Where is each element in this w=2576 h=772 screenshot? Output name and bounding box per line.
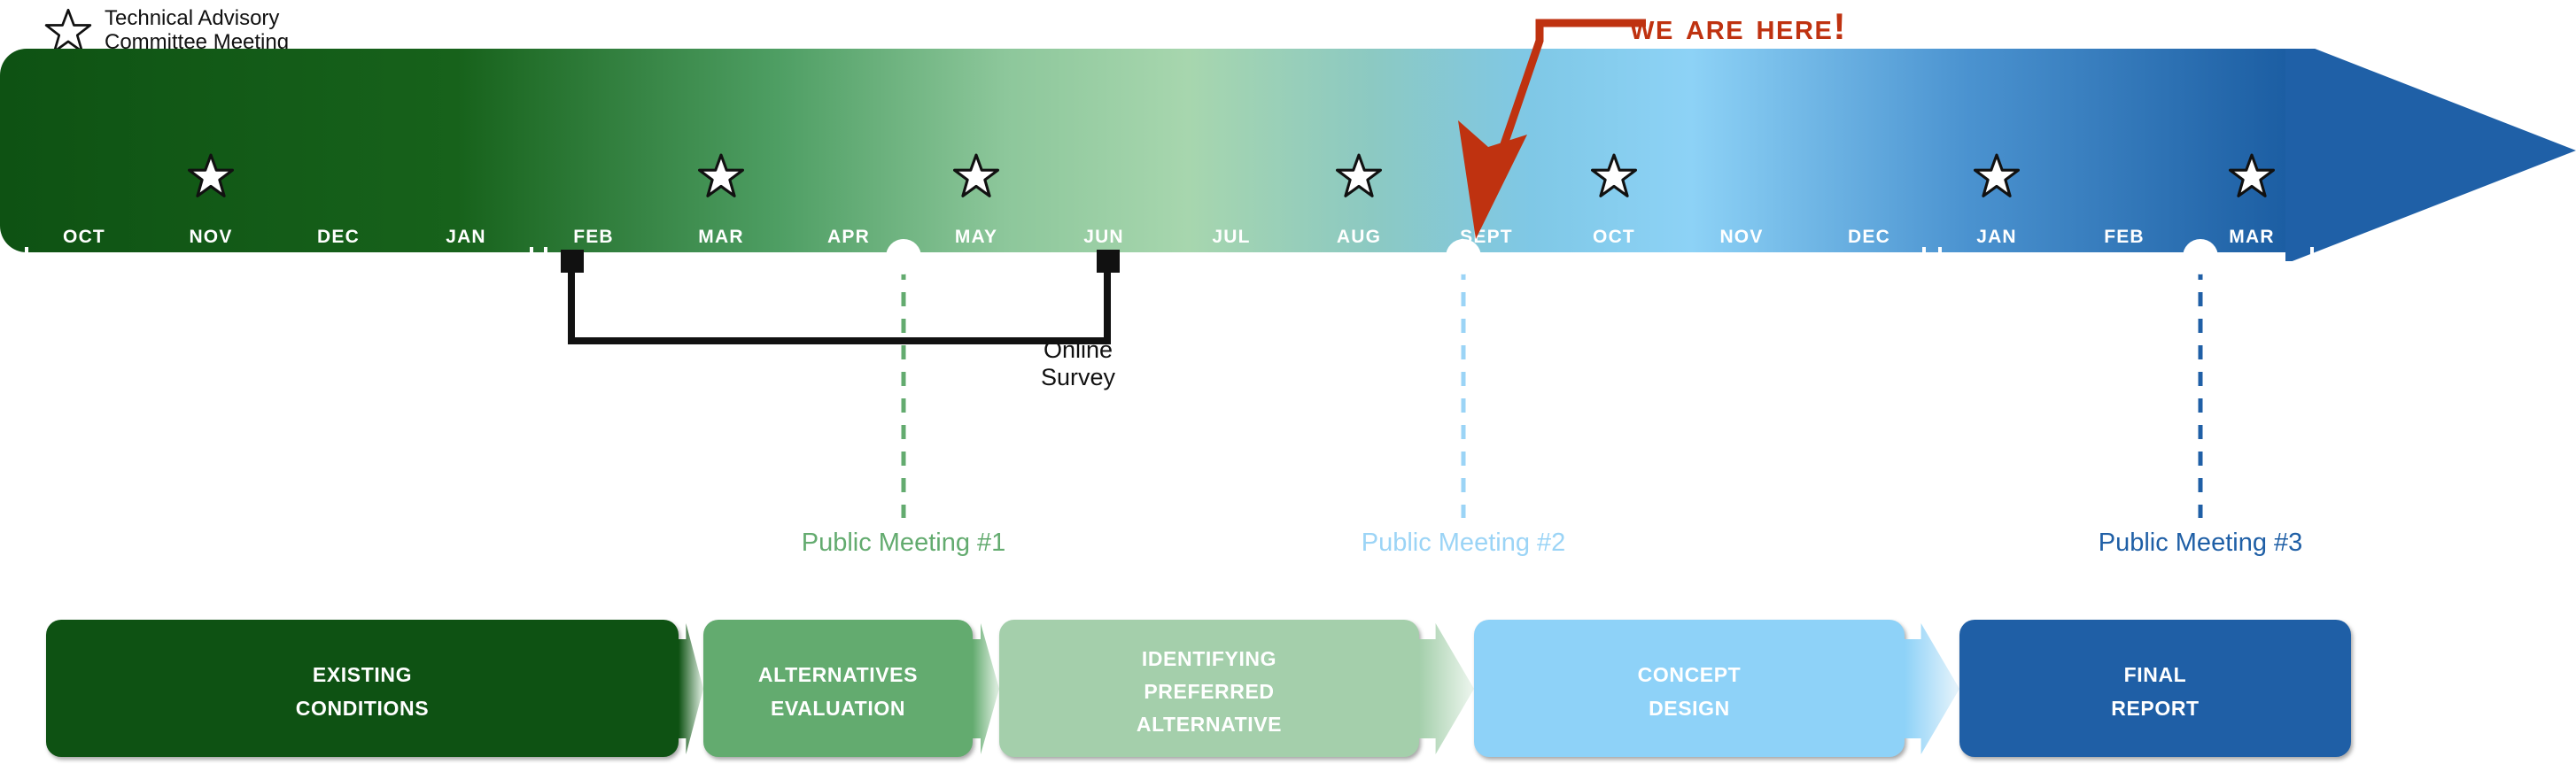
phase-box-2[interactable]: Alternatives Evaluation: [703, 620, 973, 757]
phase-chevron-icon-3: [1419, 623, 1474, 754]
legend-label: Technical Advisory Committee Meeting: [105, 6, 290, 54]
phase-box-3[interactable]: Identifying Preferred Alternative: [999, 620, 1419, 757]
month-label-dec-14: Dec: [1848, 220, 1890, 249]
timeline-star-icon-17: [2229, 153, 2275, 197]
year-label-2025: 2025: [2093, 281, 2155, 309]
we-are-here-label: We are here!: [1630, 5, 1848, 47]
public-meeting-label-2: Public Meeting #2: [1361, 529, 1566, 557]
year-label-2024: 2024: [1200, 281, 1262, 309]
month-label-jul-9: Jul: [1212, 220, 1251, 249]
timeline-arrow: Oct Nov Dec Jan Feb Mar Apr May Jun Jul Aug Sept Oct…: [0, 49, 2576, 341]
phase-box-1[interactable]: Existing Conditions: [46, 620, 679, 757]
month-label-jan-3: Jan: [446, 220, 486, 249]
month-label-jun-8: Jun: [1083, 220, 1124, 249]
legend: Technical Advisory Committee Meeting: [44, 6, 290, 55]
phase-label-2: Alternatives Evaluation: [757, 655, 919, 722]
month-label-feb-4: Feb: [573, 220, 614, 249]
public-meeting-label-1: Public Meeting #1: [801, 529, 1006, 557]
phase-box-4[interactable]: Concept Design: [1474, 620, 1905, 757]
phase-chevron-icon-4: [1905, 623, 1959, 754]
month-label-jan-15: Jan: [1976, 220, 2017, 249]
phase-chevron-icon-1: [679, 623, 703, 754]
month-label-apr-6: Apr: [827, 220, 870, 249]
timeline-star-icon-15: [1974, 153, 2020, 197]
online-survey-label: Online Survey: [1040, 336, 1116, 390]
month-label-nov-1: Nov: [189, 220, 233, 249]
timeline-star-icon-10: [1336, 153, 1382, 197]
phase-flow: Existing Conditions Alternatives Evaluati…: [0, 620, 2576, 761]
year-label-2023: 2023: [251, 281, 313, 309]
public-meeting-label-3: Public Meeting #3: [2098, 529, 2303, 557]
phase-label-5: Final Report: [2111, 655, 2200, 722]
phase-label-1: Existing Conditions: [295, 655, 430, 722]
phase-label-3: Identifying Preferred Alternative: [1136, 638, 1283, 738]
star-icon: [44, 8, 92, 53]
month-label-feb-16: Feb: [2104, 220, 2145, 249]
month-label-may-7: May: [954, 220, 998, 249]
month-label-oct-0: Oct: [63, 220, 105, 249]
timeline-star-icon-1: [188, 153, 234, 197]
phase-chevron-icon-2: [973, 623, 999, 754]
month-label-dec-2: Dec: [317, 220, 360, 249]
phase-box-5[interactable]: Final Report: [1959, 620, 2351, 757]
timeline-star-icon-7: [953, 153, 999, 197]
phase-label-4: Concept Design: [1637, 655, 1742, 722]
month-label-mar-5: Mar: [698, 220, 744, 249]
month-label-aug-10: Aug: [1336, 220, 1382, 249]
timeline-star-icon-5: [698, 153, 744, 197]
month-label-mar-17: Mar: [2229, 220, 2275, 249]
year-brackets: [25, 247, 2314, 265]
